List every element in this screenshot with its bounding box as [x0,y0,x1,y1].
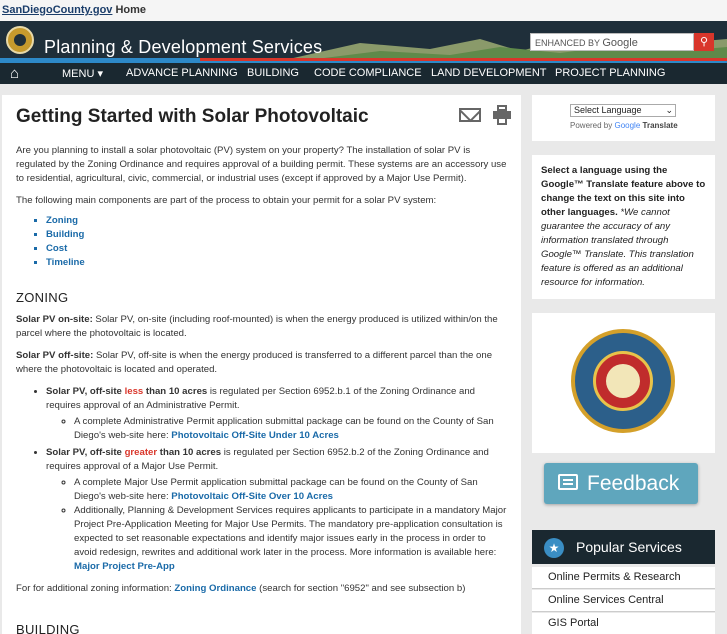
chat-icon [558,474,578,490]
popular-services-header: ★ Popular Services [532,530,715,564]
nav-code-compliance[interactable]: CODE COMPLIANCE [314,67,422,79]
county-seal-icon[interactable] [6,26,34,54]
service-online-permits[interactable]: Online Permits & Research [532,567,715,589]
nav-land-development[interactable]: LAND DEVELOPMENT [431,67,547,79]
site-header: Planning & Development Services ENHANCED… [0,21,727,61]
home-icon[interactable]: ⌂ [10,65,30,82]
feedback-button[interactable]: Feedback [544,463,698,504]
nav-project-planning[interactable]: PROJECT PLANNING [555,67,665,79]
service-online-services-central[interactable]: Online Services Central [532,590,715,612]
additional-info: For for additional zoning information: Z… [16,583,466,594]
link-timeline[interactable]: Timeline [46,256,507,270]
feedback-label: Feedback [587,472,680,495]
offsite-paragraph: Solar PV off-site: Solar PV, off-site is… [16,349,507,377]
county-home-link[interactable]: SanDiegoCounty.gov [2,4,112,16]
list-item: A complete Major Use Permit application … [74,476,507,504]
list-item: Solar PV, off-site less than 10 acres is… [46,385,507,443]
link-offsite-over-10[interactable]: Photovoltaic Off-Site Over 10 Acres [171,491,333,502]
star-icon: ★ [544,538,564,558]
onsite-paragraph: Solar PV on-site: Solar PV, on-site (inc… [16,313,507,341]
onsite-label: Solar PV on-site: [16,314,93,325]
google-brand: Google [602,37,638,49]
search-prefix: ENHANCED BY [535,38,600,48]
email-icon[interactable] [459,108,481,122]
page-tools [457,105,517,127]
nav-building[interactable]: BUILDING [247,67,299,79]
note-disclaimer: *We cannot guarantee the accuracy of any… [541,207,694,288]
print-icon[interactable] [493,105,511,125]
nav-advance-planning[interactable]: ADVANCE PLANNING [126,67,238,79]
main-nav: ⌂ MENU ▾ ADVANCE PLANNING BUILDING CODE … [0,61,727,84]
search-input[interactable]: ENHANCED BY Google [530,33,694,51]
search-button[interactable]: ⚲ [694,33,714,51]
link-cost[interactable]: Cost [46,242,507,256]
site-title[interactable]: Planning & Development Services [44,37,322,58]
page-title: Getting Started with Solar Photovoltaic [16,106,369,127]
translate-note: Select a language using the Google™ Tran… [532,155,715,299]
search-icon: ⚲ [699,36,709,48]
nav-menu[interactable]: MENU ▾ [62,67,103,80]
popular-services-title: Popular Services [576,539,682,555]
main-content: Getting Started with Solar Photovoltaic … [2,95,521,634]
list-item: Additionally, Planning & Development Ser… [74,504,507,574]
pds-seal-panel [532,313,715,453]
link-building[interactable]: Building [46,228,507,242]
building-heading: BUILDING [16,622,80,634]
link-offsite-under-10[interactable]: Photovoltaic Off-Site Under 10 Acres [171,430,339,441]
components-paragraph: The following main components are part o… [16,195,437,206]
component-links: Zoning Building Cost Timeline [46,214,507,270]
link-major-project-preapp[interactable]: Major Project Pre-App [74,561,175,572]
link-zoning[interactable]: Zoning [46,214,507,228]
link-zoning-ordinance[interactable]: Zoning Ordinance [174,583,256,594]
service-gis-portal[interactable]: GIS Portal [532,613,715,634]
offsite-label: Solar PV off-site: [16,350,94,361]
list-item: A complete Administrative Permit applica… [74,415,507,443]
chevron-down-icon: ⌄ [665,105,673,115]
offsite-rules: Solar PV, off-site less than 10 acres is… [46,385,507,574]
top-bar: SanDiegoCounty.gov Home [0,0,727,21]
powered-by: Powered by Google Translate [570,121,678,130]
language-select[interactable]: Select Language ⌄ [570,104,676,117]
translate-widget: Select Language ⌄ Powered by Google Tran… [532,95,715,141]
home-label[interactable]: Home [115,4,146,16]
zoning-heading: ZONING [16,290,69,305]
list-item: Solar PV, off-site greater than 10 acres… [46,446,507,574]
pds-seal-icon [571,329,675,433]
intro-paragraph: Are you planning to install a solar phot… [16,145,507,184]
